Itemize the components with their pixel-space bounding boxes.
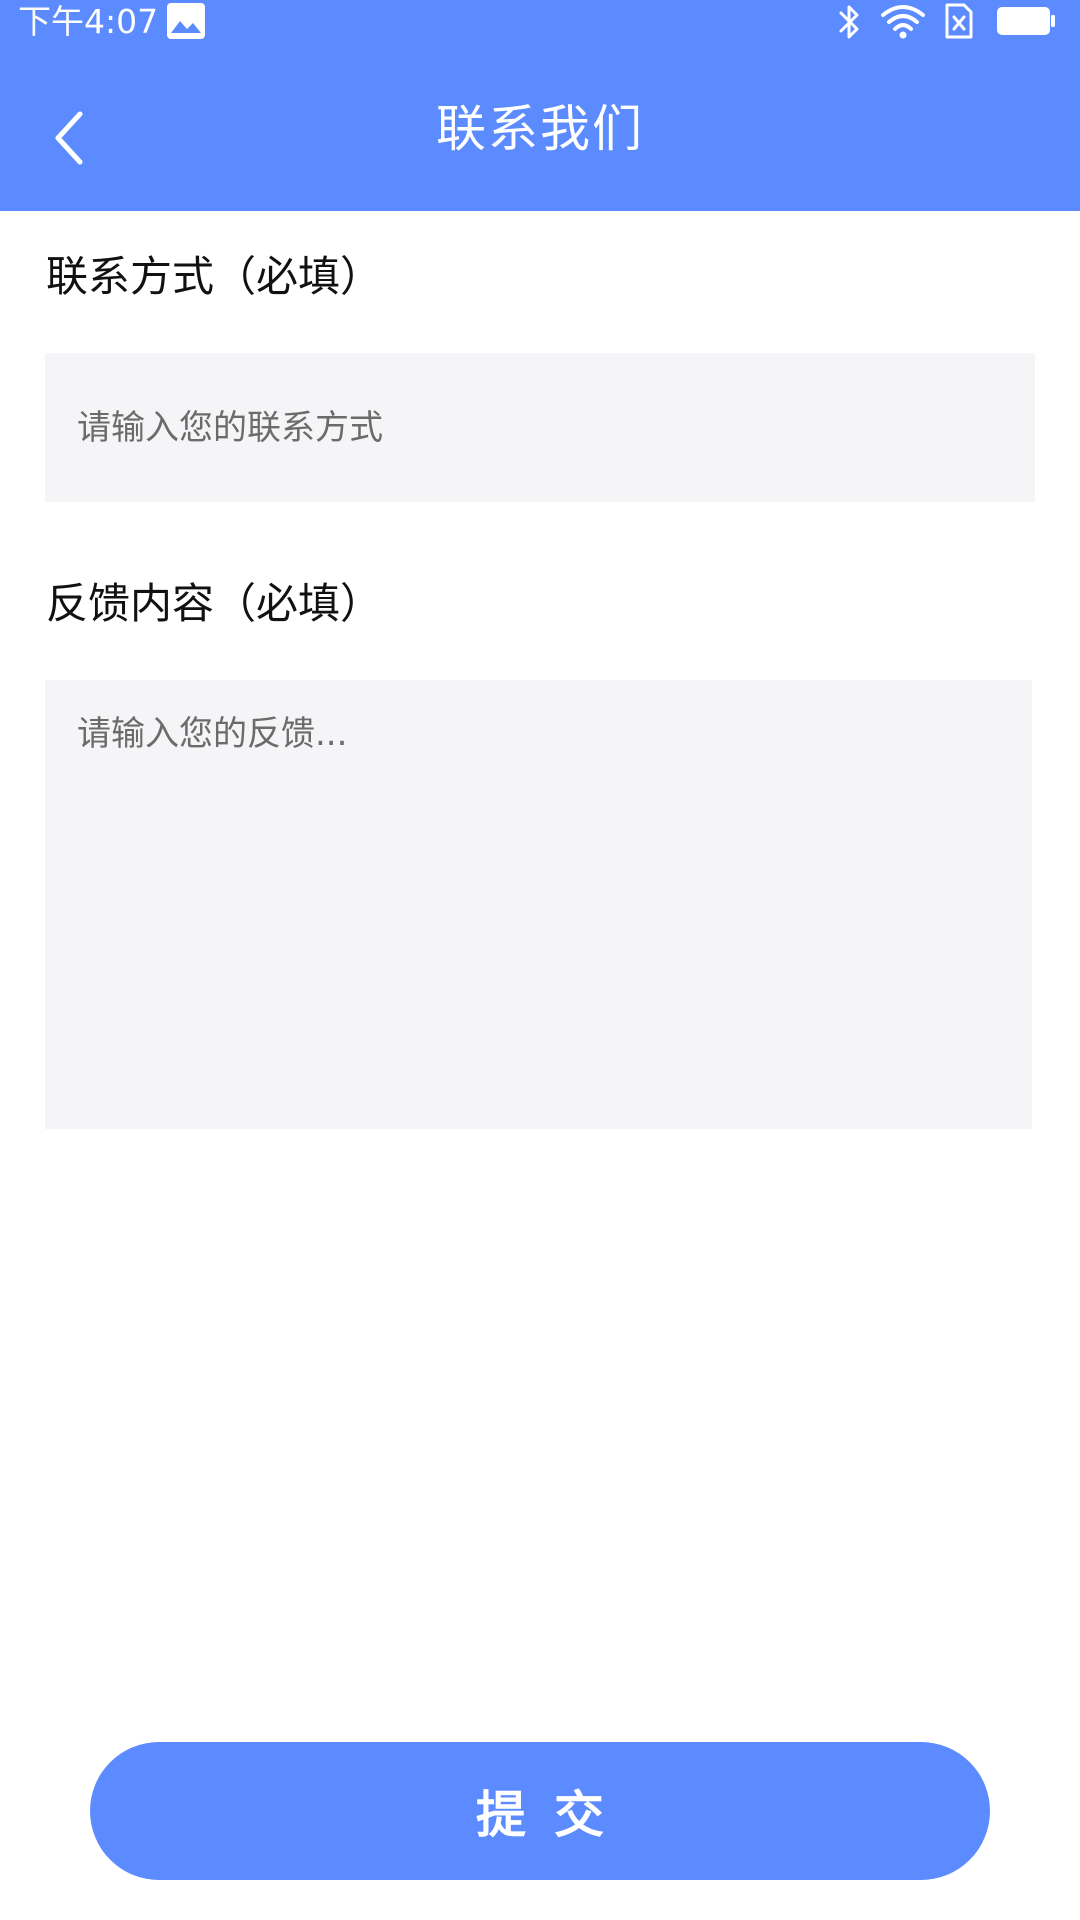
submit-label: 提交 bbox=[476, 1786, 632, 1844]
feedback-label: 反馈内容（必填） bbox=[46, 579, 383, 628]
status-bar: 下午4:07 bbox=[0, 0, 1080, 44]
sim-icon bbox=[945, 3, 973, 39]
header: 下午4:07 联系我们 bbox=[0, 0, 1080, 211]
battery-icon bbox=[997, 7, 1055, 35]
status-time: 下午4:07 bbox=[18, 2, 159, 41]
wifi-icon bbox=[881, 5, 925, 39]
image-icon bbox=[167, 3, 205, 39]
bluetooth-icon bbox=[839, 5, 859, 39]
page-title: 联系我们 bbox=[436, 100, 644, 158]
feedback-textarea[interactable] bbox=[45, 680, 1032, 1129]
submit-button[interactable]: 提交 bbox=[90, 1742, 990, 1880]
contact-input[interactable] bbox=[45, 353, 1035, 502]
contact-label: 联系方式（必填） bbox=[46, 252, 383, 301]
nav-bar: 联系我们 bbox=[0, 60, 1080, 210]
